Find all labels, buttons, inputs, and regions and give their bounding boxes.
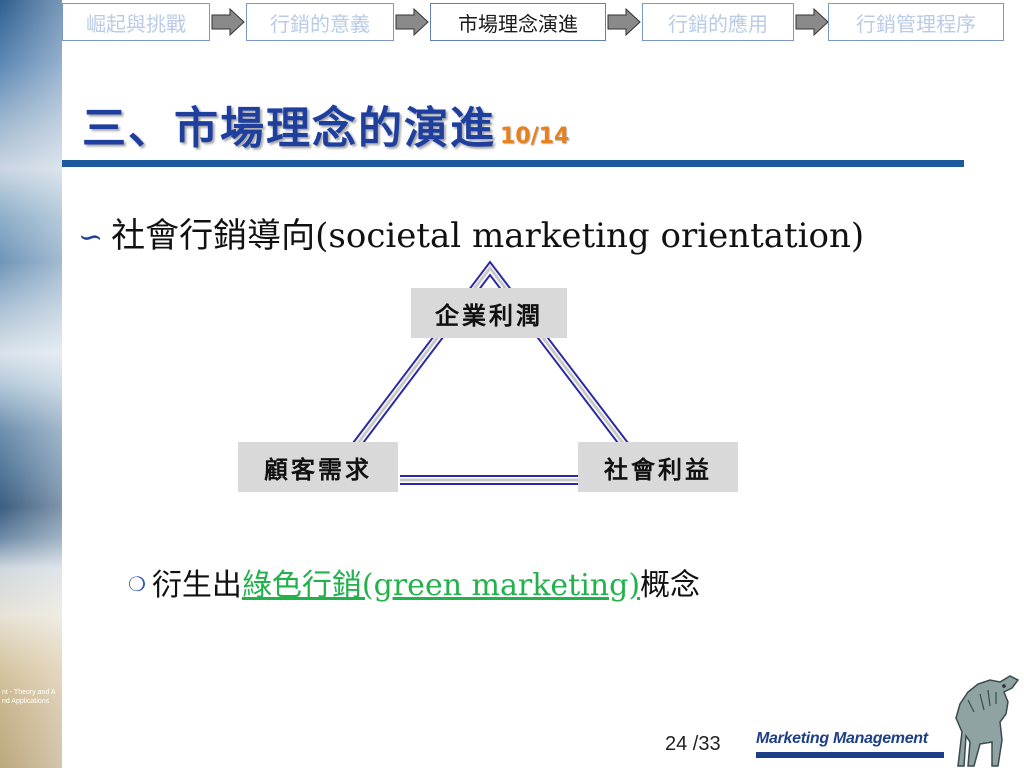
footer-bar [756, 752, 944, 758]
node-social-benefit: 社會利益 [578, 442, 738, 492]
triangle-diagram [352, 260, 629, 485]
goat-logo-icon [955, 675, 1020, 767]
sub-bullet-suffix: 概念 [640, 568, 701, 603]
green-marketing-link[interactable]: 綠色行銷(green marketing) [242, 568, 640, 603]
node-label: 顧客需求 [264, 454, 372, 484]
node-label: 社會利益 [604, 454, 712, 484]
sub-bullet: ❍ 衍生出綠色行銷(green marketing)概念 [128, 560, 700, 604]
node-corporate-profit: 企業利潤 [411, 288, 567, 338]
brand-logo-text: Marketing Management [756, 730, 928, 747]
sub-bullet-prefix: 衍生出 [151, 568, 242, 603]
sub-bullet-icon: ❍ [128, 572, 146, 596]
page-number: 24 /33 [665, 733, 721, 755]
node-label: 企業利潤 [435, 300, 543, 330]
node-customer-needs: 顧客需求 [238, 442, 398, 492]
